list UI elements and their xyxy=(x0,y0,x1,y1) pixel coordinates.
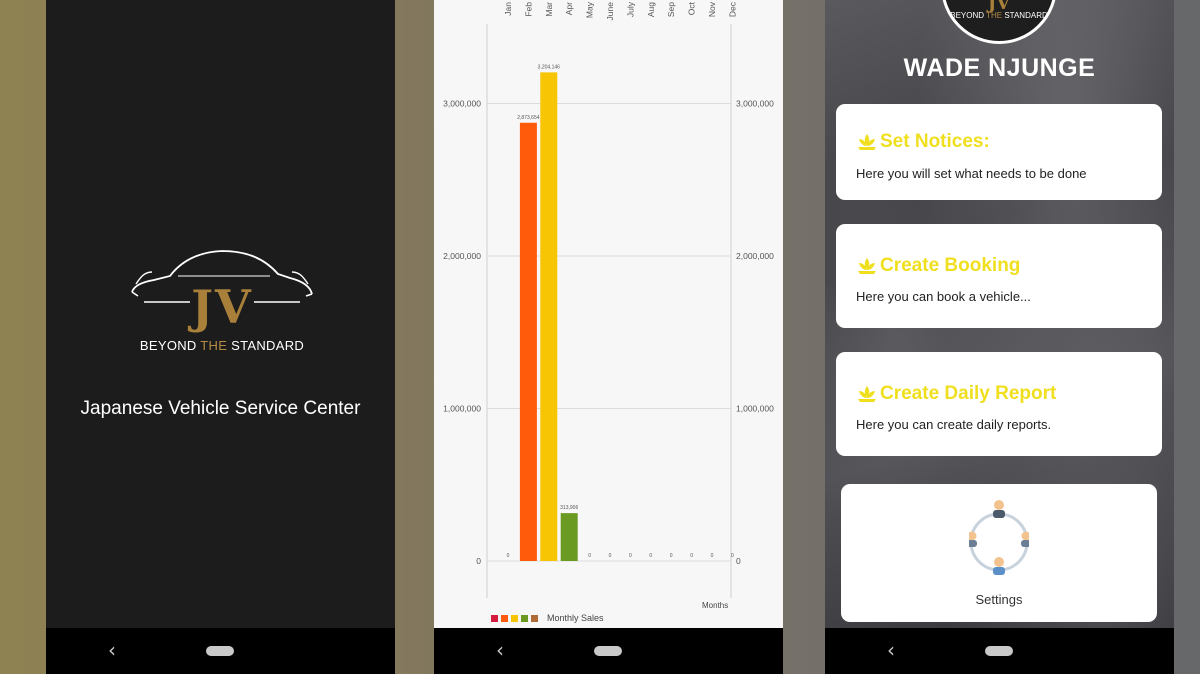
data-label-mar: 3,204,146 xyxy=(538,64,560,70)
data-label-dec: 0 xyxy=(731,553,734,559)
person-bottom-icon xyxy=(993,557,1005,575)
data-label-june: 0 xyxy=(609,553,612,559)
card-title-create-daily-report: Create Daily Report xyxy=(880,383,1057,404)
data-label-july: 0 xyxy=(629,553,632,559)
y-tick-label-right: 3,000,000 xyxy=(736,99,774,109)
data-label-oct: 0 xyxy=(690,553,693,559)
legend-swatch xyxy=(501,614,508,622)
user-name: WADE NJUNGE xyxy=(903,54,1096,82)
x-tick-label-may: May xyxy=(585,1,595,18)
system-nav-bar: ‹ xyxy=(825,628,1174,674)
x-tick-label-july: July xyxy=(625,1,635,17)
x-tick-label-oct: Oct xyxy=(687,1,697,15)
x-tick-label-feb: Feb xyxy=(523,2,533,17)
logo-tagline: BEYOND THE STANDARD xyxy=(130,338,314,353)
legend-swatch xyxy=(511,614,518,622)
home-pill-icon[interactable] xyxy=(206,646,234,656)
y-tick-label-left: 0 xyxy=(476,556,481,566)
system-nav-bar: ‹ xyxy=(434,628,783,674)
avatar-tagline: BEYOND THE STANDARD xyxy=(944,11,1054,20)
y-tick-label-left: 2,000,000 xyxy=(443,251,481,261)
x-tick-label-mar: Mar xyxy=(544,2,554,17)
create-daily-report-card[interactable]: Create Daily Report Here you can create … xyxy=(836,352,1162,456)
y-tick-label-left: 1,000,000 xyxy=(443,404,481,414)
x-tick-label-sep: Sep xyxy=(666,2,676,17)
logo-jv-text: JV xyxy=(191,280,253,334)
avatar-tag-beyond: BEYOND xyxy=(950,11,985,20)
card-title-set-notices: Set Notices: xyxy=(880,131,990,152)
back-chevron-icon[interactable]: ‹ xyxy=(496,640,504,660)
dashboard-screen: JV BEYOND THE STANDARD WADE NJUNGE Set N… xyxy=(825,0,1174,674)
team-network-icon xyxy=(969,500,1029,575)
legend-label: Monthly Sales xyxy=(547,613,604,623)
y-tick-label-left: 3,000,000 xyxy=(443,99,481,109)
legend-swatch xyxy=(521,614,528,622)
x-tick-label-nov: Nov xyxy=(707,1,717,17)
monthly-sales-chart: 0 01,000,000 1,000,0002,000,000 2,000,0003,… xyxy=(443,1,774,598)
x-tick-label-jan: Jan xyxy=(503,2,513,16)
legend-swatch xyxy=(491,614,498,622)
chart-legend: Monthly Sales xyxy=(491,612,604,624)
data-label-aug: 0 xyxy=(649,553,652,559)
back-chevron-icon[interactable]: ‹ xyxy=(108,640,116,660)
x-tick-label-dec: Dec xyxy=(727,1,737,17)
system-nav-bar: ‹ xyxy=(46,628,395,674)
x-tick-label-aug: Aug xyxy=(646,2,656,17)
bar-mar xyxy=(540,72,558,561)
splash-screen: JV BEYOND THE STANDARD Japanese Vehicle … xyxy=(46,0,395,674)
data-label-feb: 2,873,654 xyxy=(517,115,539,121)
bar-apr xyxy=(560,513,578,561)
avatar-tag-the: THE xyxy=(986,11,1003,20)
y-tick-label-right: 1,000,000 xyxy=(736,404,774,414)
x-tick-label-apr: Apr xyxy=(564,2,574,15)
avatar-tag-standard: STANDARD xyxy=(1004,11,1048,20)
lotus-icon xyxy=(858,386,876,402)
home-pill-icon[interactable] xyxy=(594,646,622,656)
set-notices-card[interactable]: Set Notices: Here you will set what need… xyxy=(836,104,1162,200)
y-tick-label-right: 0 xyxy=(736,556,741,566)
card-desc-set-notices: Here you will set what needs to be done xyxy=(856,166,1087,181)
create-booking-card[interactable]: Create Booking Here you can book a vehic… xyxy=(836,224,1162,328)
data-label-jan: 0 xyxy=(507,553,510,559)
lotus-icon xyxy=(858,258,876,274)
person-right-icon xyxy=(1021,531,1029,547)
bar-feb xyxy=(519,122,537,561)
tagline-standard: STANDARD xyxy=(231,338,305,353)
home-pill-icon[interactable] xyxy=(985,646,1013,656)
settings-card[interactable]: Settings xyxy=(841,484,1157,622)
legend-swatch xyxy=(531,614,538,622)
person-top-icon xyxy=(993,500,1005,518)
settings-label: Settings xyxy=(975,592,1023,607)
app-title: Japanese Vehicle Service Center xyxy=(80,398,361,419)
avatar: JV BEYOND THE STANDARD xyxy=(941,0,1057,44)
x-axis-label: Months xyxy=(702,601,729,610)
person-left-icon xyxy=(969,531,977,547)
data-label-may: 0 xyxy=(588,553,591,559)
data-label-apr: 313,906 xyxy=(560,505,578,511)
data-label-nov: 0 xyxy=(711,553,714,559)
data-label-sep: 0 xyxy=(670,553,673,559)
card-desc-create-daily-report: Here you can create daily reports. xyxy=(856,417,1052,432)
y-tick-label-right: 2,000,000 xyxy=(736,251,774,261)
tagline-beyond: BEYOND xyxy=(139,338,197,353)
x-tick-label-june: June xyxy=(605,2,615,21)
sales-chart-screen: 0 0 1,000,000 1,000,000 2,000,000 2,000,000 3,… xyxy=(434,0,783,674)
lotus-icon xyxy=(858,134,876,150)
card-title-create-booking: Create Booking xyxy=(880,255,1021,276)
card-desc-create-booking: Here you can book a vehicle... xyxy=(856,289,1031,304)
back-chevron-icon[interactable]: ‹ xyxy=(887,640,895,660)
tagline-the: THE xyxy=(200,338,228,353)
company-logo: JV BEYOND THE STANDARD xyxy=(130,246,314,353)
